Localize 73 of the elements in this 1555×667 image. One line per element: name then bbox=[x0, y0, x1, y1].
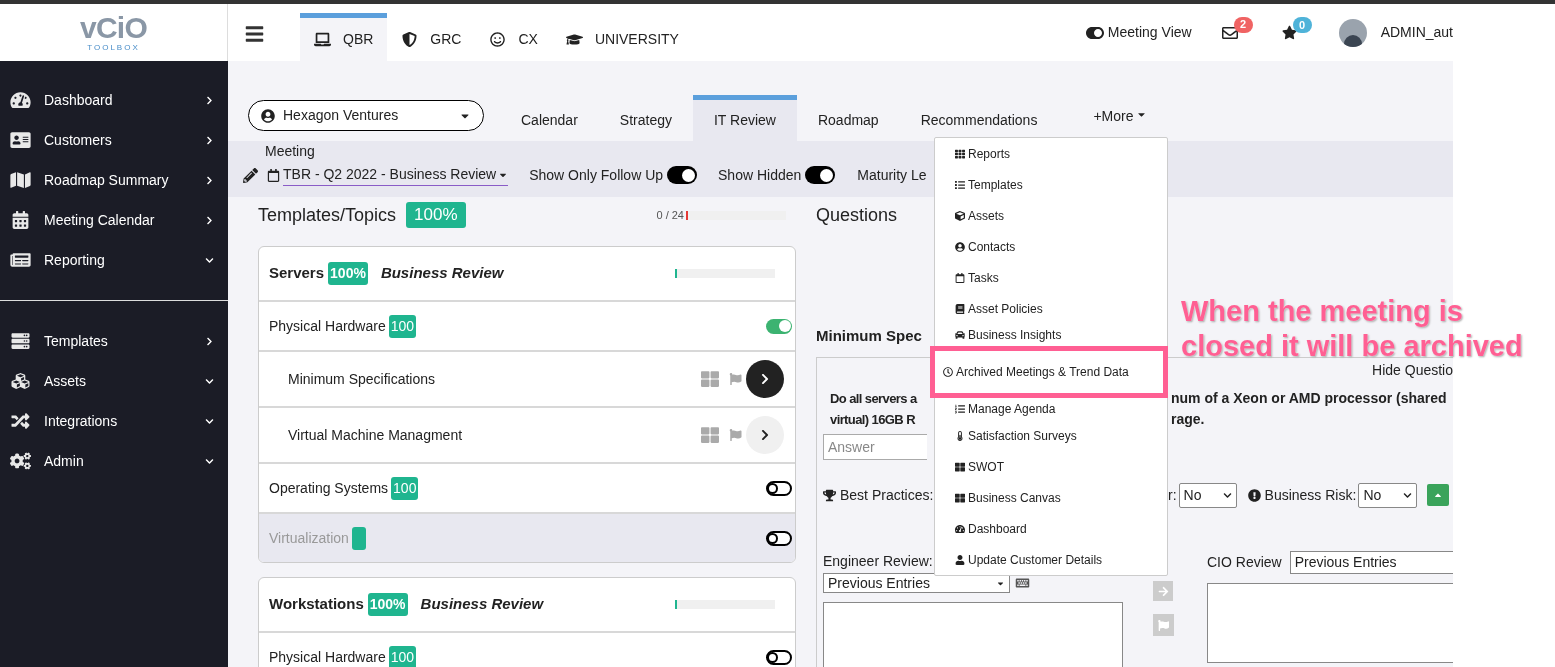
sidebar-item[interactable]: Assets bbox=[0, 361, 228, 401]
nav-tab[interactable]: Recommendations bbox=[899, 95, 1059, 141]
menu-item[interactable]: Assets bbox=[935, 200, 1167, 231]
field-label: Business Risk: bbox=[1264, 485, 1357, 505]
menu-item[interactable]: Business Canvas bbox=[935, 482, 1167, 513]
notification-badge: 2 bbox=[1233, 16, 1253, 33]
menu-item[interactable]: Reports bbox=[935, 138, 1167, 169]
score-badge: 100 bbox=[388, 314, 417, 338]
menu-item[interactable]: Archived Meetings & Trend Data bbox=[930, 346, 1168, 398]
answer-field[interactable]: Answer bbox=[823, 434, 927, 460]
menu-item[interactable]: Update Customer Details bbox=[935, 544, 1167, 575]
question-text: Do all servers a bbox=[830, 390, 917, 408]
score-badge: 100 bbox=[391, 476, 419, 500]
menu-item[interactable]: Templates bbox=[935, 169, 1167, 200]
answer-input[interactable]: Answer bbox=[828, 436, 923, 458]
card-title: Workstations bbox=[269, 594, 364, 615]
percent-badge: 100% bbox=[328, 262, 368, 285]
sidebar-item[interactable]: Reporting bbox=[0, 240, 228, 280]
sidebar-item[interactable]: Customers bbox=[0, 120, 228, 160]
card-subtitle: Business Review bbox=[380, 263, 504, 284]
select-field[interactable]: Previous Entries bbox=[1289, 551, 1453, 574]
select-field[interactable]: Previous Entries bbox=[823, 573, 1010, 593]
menu-item[interactable]: Contacts bbox=[935, 231, 1167, 262]
module-tab[interactable]: QBR bbox=[300, 13, 388, 61]
nav-tab[interactable]: Roadmap bbox=[796, 95, 900, 141]
favorites-badge: 0 bbox=[1292, 17, 1312, 33]
percent-badge: 100% bbox=[367, 593, 408, 616]
toggle-label: Show Only Follow Up bbox=[529, 165, 664, 185]
sidebar-item[interactable]: Integrations bbox=[0, 401, 228, 441]
sidebar-item[interactable]: Admin bbox=[0, 441, 228, 481]
menu-item[interactable]: Dashboard bbox=[935, 513, 1167, 544]
questions-title: Questions bbox=[816, 203, 898, 227]
question-text: num of a Xeon or AMD processor (shared bbox=[1171, 389, 1447, 408]
menu-item[interactable]: Asset Policies bbox=[935, 293, 1167, 324]
module-tab[interactable]: GRC bbox=[387, 13, 476, 61]
module-tab[interactable]: UNIVERSITY bbox=[551, 13, 693, 61]
menu-item[interactable]: Satisfaction Surveys bbox=[935, 420, 1167, 451]
percent-badge: 100% bbox=[406, 202, 466, 228]
more-tab[interactable]: +More bbox=[1093, 95, 1148, 141]
field-label: r: bbox=[1168, 485, 1177, 505]
field-label: Best Practices: bbox=[840, 485, 934, 505]
card-subtitle: Business Review bbox=[420, 594, 544, 615]
question-text: rage. bbox=[1171, 410, 1205, 429]
menu-item[interactable]: Business Insights bbox=[935, 324, 1167, 346]
nav-tab[interactable]: IT Review bbox=[692, 95, 797, 141]
section-title: Templates/Topics bbox=[258, 203, 397, 227]
section-heading: Minimum Spec bbox=[816, 326, 922, 346]
menu-item[interactable]: SWOT bbox=[935, 451, 1167, 482]
meeting-label: Meeting bbox=[265, 142, 315, 160]
meeting-select[interactable]: TBR - Q2 2022 - Business Review bbox=[283, 164, 509, 186]
customer-select[interactable]: Hexagon Ventures bbox=[248, 100, 484, 131]
progress-count: 0 / 24 bbox=[656, 207, 684, 223]
select-field[interactable]: No bbox=[1358, 482, 1418, 508]
card-title: Servers bbox=[269, 263, 325, 284]
maturity-label: Maturity Le bbox=[857, 165, 927, 185]
nav-tab[interactable]: Strategy bbox=[598, 95, 693, 141]
question-text: virtual) 16GB R bbox=[830, 411, 915, 429]
field-label: Engineer Review: bbox=[823, 552, 933, 571]
topic-row[interactable]: Physical Hardware 100 bbox=[259, 631, 795, 667]
user-name[interactable]: ADMIN_aut bbox=[1380, 22, 1453, 43]
sidebar-item[interactable]: Roadmap Summary bbox=[0, 160, 228, 200]
field-label: CIO Review bbox=[1207, 553, 1282, 572]
select-field[interactable]: No bbox=[1178, 482, 1237, 508]
meeting-view-label[interactable]: Meeting View bbox=[1107, 22, 1192, 43]
menu-item[interactable]: Tasks bbox=[935, 262, 1167, 293]
menu-item[interactable]: Manage Agenda bbox=[935, 398, 1167, 420]
module-tab[interactable]: CX bbox=[475, 13, 552, 61]
sidebar-item[interactable]: Templates bbox=[0, 321, 228, 361]
sidebar-item[interactable]: Dashboard bbox=[0, 80, 228, 120]
score-badge: 100 bbox=[388, 645, 417, 667]
nav-tab[interactable]: Calendar bbox=[500, 95, 599, 141]
sidebar-item[interactable]: Meeting Calendar bbox=[0, 200, 228, 240]
toggle-label: Show Hidden bbox=[718, 165, 802, 185]
